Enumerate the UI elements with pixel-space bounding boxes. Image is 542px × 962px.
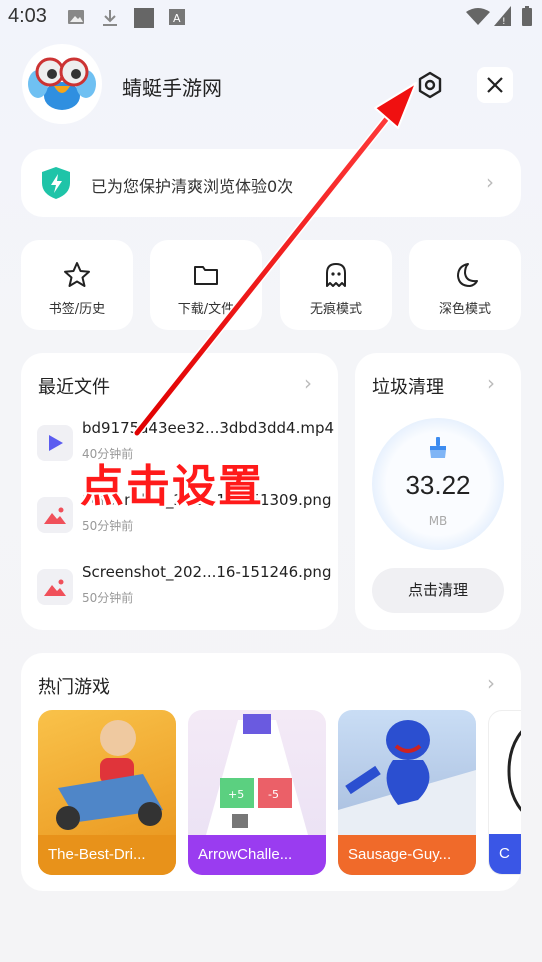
hot-games-card: 热门游戏 › The-Best-Dri... +5 -5 ArrowChalle… — [21, 653, 521, 891]
ghost-icon — [326, 263, 346, 287]
app-title: 蜻蜓手游网 — [122, 76, 222, 100]
chevron-right-icon[interactable]: › — [487, 671, 495, 695]
image-icon — [37, 497, 73, 533]
annotation-text: 点击设置 — [80, 461, 264, 512]
svg-text:-5: -5 — [268, 788, 279, 801]
game-name: C — [489, 834, 521, 874]
gear-icon — [418, 71, 442, 99]
junk-clean-title[interactable]: 垃圾清理 — [372, 373, 444, 399]
file-time: 50分钟前 — [82, 591, 134, 605]
game-card[interactable]: The-Best-Dri... — [38, 710, 176, 875]
junk-size-unit: MB — [428, 514, 448, 528]
image-icon — [37, 569, 73, 605]
battery-icon — [522, 6, 532, 26]
download-notification-icon — [103, 10, 117, 26]
status-time: 4:03 — [8, 5, 47, 27]
hot-games-title[interactable]: 热门游戏 — [38, 673, 110, 699]
junk-size-value: 33.22 — [405, 470, 471, 500]
chevron-right-icon[interactable]: › — [487, 371, 495, 395]
file-row[interactable]: Screenshot_202...16-151246.png 50分钟前 — [21, 563, 338, 619]
game-card[interactable]: C — [488, 710, 521, 875]
avatar[interactable] — [22, 44, 102, 124]
broom-icon — [430, 437, 446, 458]
tile-label: 无痕模式 — [309, 302, 362, 317]
file-name: Screenshot_202...16-151246.png — [82, 563, 332, 581]
kart-game-thumbnail — [56, 720, 163, 830]
image-notification-icon — [68, 10, 84, 24]
doodle-game-thumbnail — [507, 730, 521, 812]
settings-button[interactable] — [412, 67, 448, 103]
clean-button[interactable]: 点击清理 — [372, 568, 504, 613]
dragonfly-logo-icon — [28, 57, 96, 110]
junk-clean-card: 垃圾清理 › 33.22 MB 点击清理 — [355, 353, 521, 630]
chevron-right-icon: › — [486, 170, 494, 194]
tile-dark-mode[interactable]: 深色模式 — [409, 240, 521, 330]
video-play-icon — [37, 425, 73, 461]
shield-icon — [42, 167, 70, 199]
signal-icon: ! — [494, 6, 511, 26]
game-name: Sausage-Guy... — [338, 835, 476, 875]
arrow-game-thumbnail: +5 -5 — [206, 714, 308, 835]
close-icon — [487, 77, 503, 93]
chevron-right-icon[interactable]: › — [304, 371, 312, 395]
wifi-icon — [466, 8, 490, 25]
game-name: ArrowChalle... — [188, 835, 326, 875]
status-bar: 4:03 A ! — [0, 0, 542, 34]
protection-banner[interactable]: 已为您保护清爽浏览体验0次 › — [21, 149, 521, 217]
header: 蜻蜓手游网 — [0, 40, 542, 130]
tile-label: 书签/历史 — [48, 302, 106, 317]
recent-files-title[interactable]: 最近文件 — [38, 373, 110, 399]
square-notification-icon — [134, 8, 154, 28]
tile-bookmarks-history[interactable]: 书签/历史 — [21, 240, 133, 330]
star-icon — [64, 262, 90, 287]
folder-icon — [194, 266, 218, 285]
tile-downloads-files[interactable]: 下载/文件 — [150, 240, 262, 330]
close-button[interactable] — [477, 67, 513, 103]
quick-actions: 书签/历史 下载/文件 无痕模式 深色模式 — [21, 240, 521, 330]
svg-text:+5: +5 — [228, 788, 244, 801]
a-notification-icon: A — [169, 9, 185, 25]
file-name: bd9175a43ee32...3dbd3dd4.mp4 — [82, 419, 335, 437]
game-name: The-Best-Dri... — [38, 835, 176, 875]
moon-icon — [457, 263, 478, 287]
svg-text:A: A — [173, 12, 181, 25]
svg-text:!: ! — [502, 17, 506, 26]
game-card[interactable]: +5 -5 ArrowChalle... — [188, 710, 326, 875]
file-time: 50分钟前 — [82, 519, 134, 533]
sausage-game-thumbnail — [338, 720, 476, 835]
protection-text: 已为您保护清爽浏览体验0次 — [91, 177, 294, 196]
tile-label: 下载/文件 — [177, 302, 235, 317]
game-card[interactable]: Sausage-Guy... — [338, 710, 476, 875]
tile-label: 深色模式 — [438, 302, 491, 317]
tile-incognito[interactable]: 无痕模式 — [280, 240, 392, 330]
junk-size-ring: 33.22 MB — [372, 418, 504, 550]
